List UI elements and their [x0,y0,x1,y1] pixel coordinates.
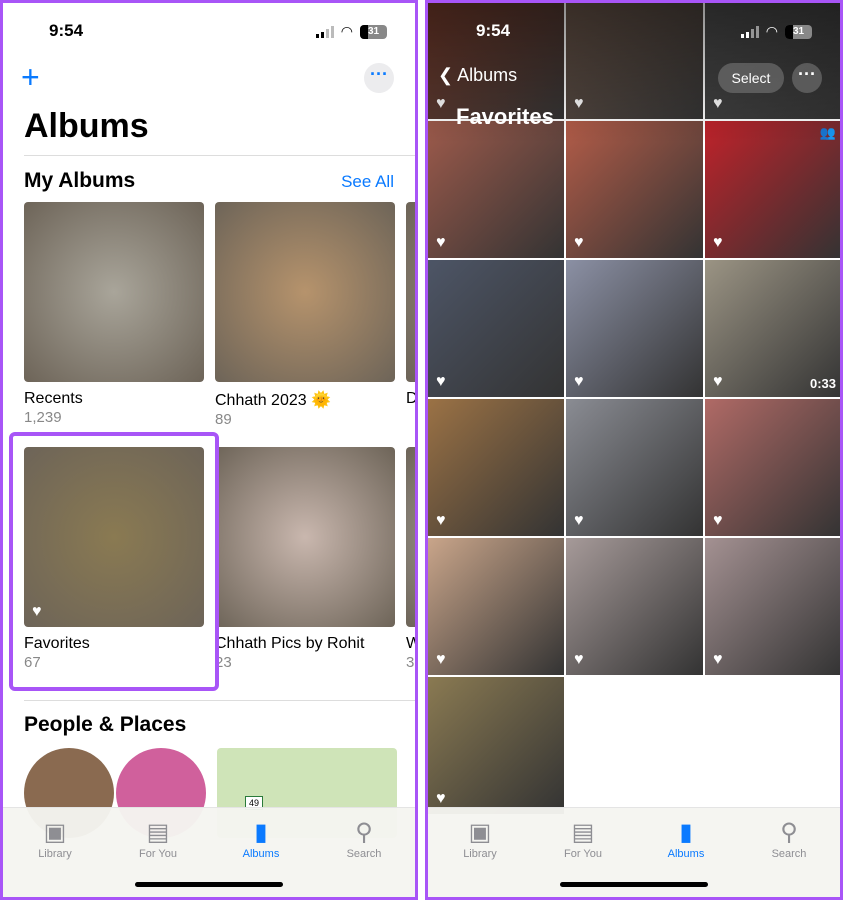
album-0[interactable]: Recents 1,239 [24,202,204,426]
tab-label: For You [139,848,177,860]
heart-icon: ♥ [436,234,446,251]
photo-cell[interactable]: ♥ [428,677,564,814]
album-count: 89 [215,411,232,428]
tab-search[interactable]: ⚲ Search [749,818,829,860]
heart-icon: ♥ [574,234,584,251]
tab-label: Library [463,848,497,860]
favorites-highlight [9,432,219,691]
status-bar: 9:54 ◠ 31 [3,21,415,45]
album-name: Chhath Pics by Rohit [215,635,365,652]
tab-library[interactable]: ▣ Library [15,818,95,860]
more-button[interactable]: ··· [792,63,822,93]
album-thumbnail [215,447,395,627]
albums-icon: ▮ [254,819,268,846]
heart-icon: ♥ [436,512,446,529]
tab-for-you[interactable]: ▤ For You [118,818,198,860]
album-name: W [406,635,415,653]
photo-cell[interactable]: ♥ 0:33 [705,260,840,397]
for-you-icon: ▤ [146,819,170,846]
tab-label: Library [38,848,72,860]
heart-icon: ♥ [574,373,584,390]
photo-cell[interactable]: ♥ [566,538,703,675]
chevron-left-icon: ❮ [438,65,454,85]
photo-library-icon: ▣ [468,819,492,846]
tab-label: Albums [667,848,705,860]
heart-icon: ♥ [436,651,446,668]
battery-icon: 31 [785,24,812,39]
wifi-icon: ◠ [765,23,778,39]
album-count: 1,239 [24,409,62,426]
photo-cell[interactable]: ♥ [566,260,703,397]
heart-icon: ♥ [436,373,446,390]
heart-icon: ♥ [713,512,723,529]
photo-cell[interactable]: ♥ [428,260,564,397]
home-indicator [135,882,283,887]
album-1[interactable]: Chhath 2023 🌞 89 [215,202,395,428]
album-count: 3 [406,654,415,671]
tab-albums[interactable]: ▮ Albums [221,818,301,860]
heart-icon: ♥ [436,790,446,807]
battery-icon: 31 [360,24,387,39]
album-5[interactable]: W 3 [406,447,415,671]
album-name: D [406,390,418,407]
photo-cell[interactable]: ♥ [428,399,564,536]
tab-albums[interactable]: ▮ Albums [646,818,726,860]
tab-label: For You [564,848,602,860]
page-title: Albums [24,107,149,145]
albums-icon: ▮ [679,819,693,846]
tab-search[interactable]: ⚲ Search [324,818,404,860]
heart-icon: ♥ [713,234,723,251]
tab-label: Search [346,848,382,860]
select-button[interactable]: Select [718,63,784,93]
tab-label: Albums [242,848,280,860]
signal-icon [315,25,334,38]
my-albums-heading: My Albums [24,169,136,192]
wifi-icon: ◠ [340,23,353,39]
status-time: 9:54 [476,21,511,40]
search-icon: ⚲ [355,819,373,846]
photo-cell[interactable]: ♥ [705,538,840,675]
people-places-heading[interactable]: People & Places [24,713,186,737]
album-title: Favorites [456,104,554,129]
photo-cell[interactable]: ♥ [705,399,840,536]
back-button[interactable]: ❮ Albums [438,65,517,86]
divider [24,155,415,156]
album-2[interactable]: D [406,202,418,409]
photo-cell[interactable]: ♥ [428,538,564,675]
add-album-button[interactable]: + [21,61,40,93]
status-time: 9:54 [49,21,84,40]
album-4[interactable]: Chhath Pics by Rohit 23 [215,447,395,671]
for-you-icon: ▤ [571,819,595,846]
see-all-link[interactable]: See All [341,172,394,192]
favorites-screen: ♥♥♥♥♥♥👥♥♥♥0:33♥♥♥♥♥♥♥ 9:54 ◠ 31 ❮ Albums… [425,0,843,900]
signal-icon [740,25,759,38]
heart-icon: ♥ [574,651,584,668]
back-label: Albums [457,65,518,85]
search-icon: ⚲ [780,819,798,846]
status-bar: 9:54 ◠ 31 [428,21,840,45]
tab-library[interactable]: ▣ Library [440,818,520,860]
album-count: 23 [215,654,232,671]
photo-cell[interactable]: ♥ [566,399,703,536]
tab-for-you[interactable]: ▤ For You [543,818,623,860]
album-name: Recents [24,390,83,407]
photo-library-icon: ▣ [43,819,67,846]
album-thumbnail [215,202,395,382]
album-thumbnail [406,447,415,627]
album-thumbnail [406,202,415,382]
heart-icon: ♥ [574,512,584,529]
heart-icon: ♥ [713,651,723,668]
tab-label: Search [771,848,807,860]
divider [24,700,415,701]
album-thumbnail [24,202,204,382]
heart-icon: ♥ [713,373,723,390]
album-name: Chhath 2023 🌞 [215,392,331,409]
home-indicator [560,882,708,887]
more-button[interactable]: ··· [364,63,394,93]
albums-screen: 9:54 ◠ 31 + ··· Albums My Albums See All… [0,0,418,900]
video-duration: 0:33 [809,376,836,391]
